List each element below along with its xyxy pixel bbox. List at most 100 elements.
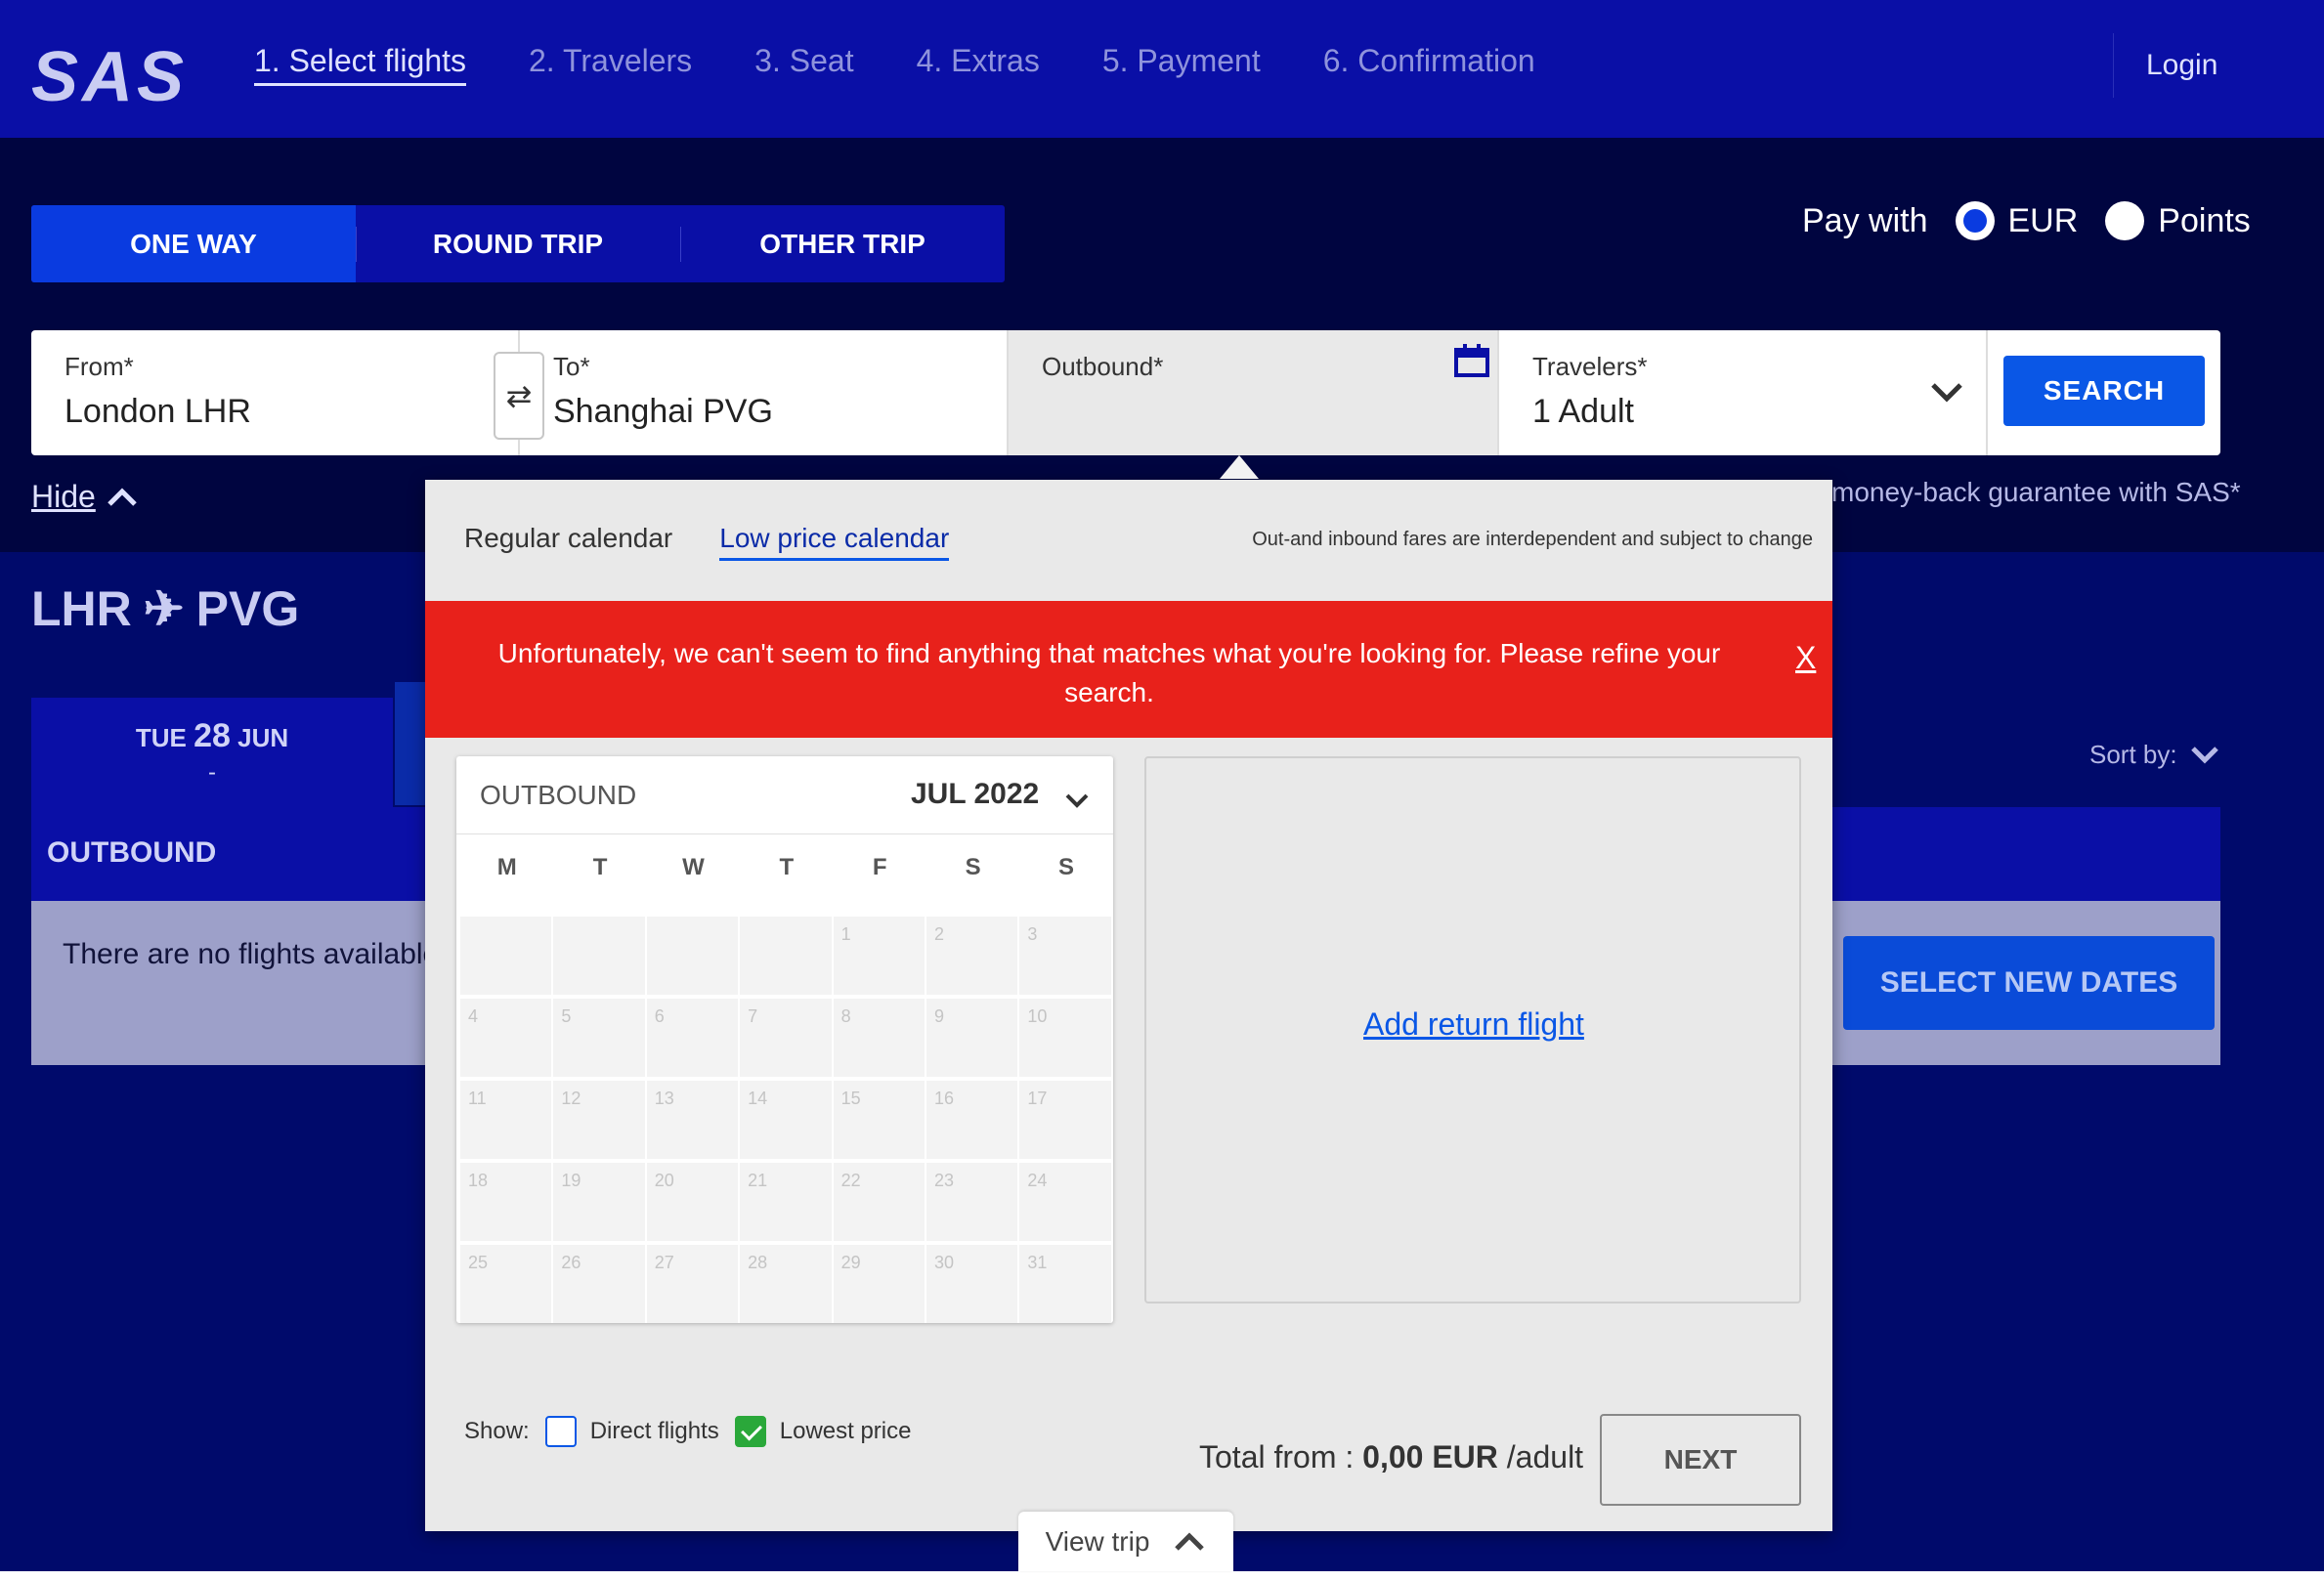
day-cell[interactable]: 18 bbox=[460, 1163, 552, 1241]
sas-logo[interactable]: SAS bbox=[31, 37, 188, 117]
day-cell[interactable]: 11 bbox=[460, 1081, 552, 1159]
tab-other-trip[interactable]: OTHER TRIP bbox=[680, 205, 1005, 282]
to-field[interactable]: To* Shanghai PVG bbox=[520, 330, 1009, 455]
day-cell[interactable]: 31 bbox=[1019, 1245, 1111, 1323]
day-cell[interactable]: 14 bbox=[740, 1081, 832, 1159]
day-number: 24 bbox=[1027, 1171, 1048, 1190]
day-cell[interactable]: 16 bbox=[925, 1081, 1018, 1159]
day-number: 21 bbox=[748, 1171, 768, 1190]
day-number: 10 bbox=[1027, 1006, 1048, 1026]
day-cell[interactable]: 5 bbox=[553, 999, 645, 1077]
day-cell[interactable]: 21 bbox=[740, 1163, 832, 1241]
chevron-down-icon[interactable] bbox=[1927, 373, 1966, 412]
day-cell[interactable]: 2 bbox=[925, 917, 1018, 995]
total-value: 0,00 EUR bbox=[1362, 1439, 1498, 1474]
date-day: 28 bbox=[194, 717, 231, 754]
hide-search-link[interactable]: Hide bbox=[31, 479, 139, 515]
tab-one-way[interactable]: ONE WAY bbox=[31, 205, 356, 282]
day-cell[interactable]: 23 bbox=[925, 1163, 1018, 1241]
date-month: JUN bbox=[237, 723, 289, 752]
view-trip-button[interactable]: View trip bbox=[1018, 1512, 1233, 1571]
next-button[interactable]: NEXT bbox=[1600, 1414, 1801, 1506]
calendar-icon[interactable] bbox=[1454, 344, 1489, 377]
day-cell[interactable]: 15 bbox=[833, 1081, 925, 1159]
booking-steps: 1. Select flights 2. Travelers 3. Seat 4… bbox=[254, 43, 1535, 86]
step-select-flights[interactable]: 1. Select flights bbox=[254, 43, 466, 86]
from-field[interactable]: From* London LHR bbox=[31, 330, 520, 455]
no-flights-message: There are no flights available f bbox=[63, 938, 455, 970]
day-cell[interactable]: 12 bbox=[553, 1081, 645, 1159]
weekday: T bbox=[592, 854, 608, 880]
lowest-price-label: Lowest price bbox=[779, 1418, 912, 1444]
login-link[interactable]: Login bbox=[2146, 49, 2217, 82]
day-cell[interactable]: 19 bbox=[553, 1163, 645, 1241]
day-cell[interactable]: 6 bbox=[646, 999, 739, 1077]
month-selector[interactable]: JUL 2022 bbox=[911, 778, 1039, 811]
direct-flights-checkbox[interactable] bbox=[544, 1416, 577, 1447]
step-payment[interactable]: 5. Payment bbox=[1102, 43, 1261, 86]
return-flight-panel: Add return flight bbox=[1144, 756, 1801, 1303]
day-cell[interactable]: 28 bbox=[740, 1245, 832, 1323]
travelers-field[interactable]: Travelers* 1 Adult bbox=[1499, 330, 1988, 455]
day-number: 20 bbox=[654, 1171, 674, 1190]
day-cell[interactable]: 4 bbox=[460, 999, 552, 1077]
day-cell[interactable]: 8 bbox=[833, 999, 925, 1077]
day-cell[interactable]: 3 bbox=[1019, 917, 1111, 995]
plane-icon: ✈ bbox=[143, 581, 185, 636]
day-number: 29 bbox=[840, 1253, 861, 1272]
swap-airports-button[interactable]: ⇄ bbox=[494, 352, 544, 440]
money-back-guarantee[interactable]: money-back guarantee with SAS* bbox=[1831, 477, 2241, 508]
outbound-date-field[interactable]: Outbound* bbox=[1009, 330, 1499, 455]
day-number: 30 bbox=[933, 1253, 954, 1272]
from-value[interactable]: London LHR bbox=[65, 393, 251, 431]
route-destination: PVG bbox=[195, 581, 300, 636]
tab-regular-calendar[interactable]: Regular calendar bbox=[464, 523, 672, 561]
step-seat[interactable]: 3. Seat bbox=[754, 43, 853, 86]
select-new-dates-button[interactable]: SELECT NEW DATES bbox=[1843, 936, 2215, 1030]
points-radio[interactable] bbox=[2105, 201, 2145, 240]
dropdown-caret bbox=[1220, 455, 1259, 479]
day-number: 8 bbox=[840, 1006, 851, 1026]
day-cell[interactable]: 1 bbox=[833, 917, 925, 995]
step-confirmation[interactable]: 6. Confirmation bbox=[1323, 43, 1535, 86]
pay-option-points[interactable]: Points bbox=[2105, 201, 2251, 240]
lowest-price-checkbox[interactable] bbox=[734, 1416, 766, 1447]
day-cell[interactable]: 20 bbox=[646, 1163, 739, 1241]
close-error-button[interactable]: X bbox=[1795, 640, 1816, 676]
day-cell[interactable]: 29 bbox=[833, 1245, 925, 1323]
weekday-header: M T W T F S S bbox=[460, 854, 1113, 881]
day-cell[interactable]: 7 bbox=[740, 999, 832, 1077]
day-number: 18 bbox=[468, 1171, 489, 1190]
add-return-flight-link[interactable]: Add return flight bbox=[1363, 1006, 1584, 1043]
chevron-down-icon[interactable] bbox=[1062, 786, 1092, 815]
day-cell[interactable]: 27 bbox=[646, 1245, 739, 1323]
date-card[interactable]: TUE 28 JUN - bbox=[31, 698, 393, 807]
tab-round-trip[interactable]: ROUND TRIP bbox=[356, 205, 680, 282]
weekday: F bbox=[872, 854, 887, 880]
tab-low-price-calendar[interactable]: Low price calendar bbox=[719, 523, 950, 561]
day-cell[interactable]: 25 bbox=[460, 1245, 552, 1323]
day-number: 12 bbox=[561, 1089, 581, 1108]
search-button[interactable]: SEARCH bbox=[2003, 356, 2205, 426]
day-cell[interactable]: 30 bbox=[925, 1245, 1018, 1323]
day-cell[interactable]: 26 bbox=[553, 1245, 645, 1323]
day-cell[interactable]: 17 bbox=[1019, 1081, 1111, 1159]
step-extras[interactable]: 4. Extras bbox=[917, 43, 1040, 86]
to-value[interactable]: Shanghai PVG bbox=[553, 393, 773, 431]
day-number: 9 bbox=[933, 1006, 944, 1026]
day-cell[interactable]: 9 bbox=[925, 999, 1018, 1077]
day-cell[interactable]: 22 bbox=[833, 1163, 925, 1241]
travelers-value[interactable]: 1 Adult bbox=[1532, 393, 1634, 431]
day-cell[interactable]: 24 bbox=[1019, 1163, 1111, 1241]
sort-by-control[interactable]: Sort by: bbox=[2089, 740, 2220, 770]
step-travelers[interactable]: 2. Travelers bbox=[529, 43, 692, 86]
pay-option-eur[interactable]: EUR bbox=[1955, 201, 2078, 240]
day-number: 26 bbox=[561, 1253, 581, 1272]
day-number: 5 bbox=[561, 1006, 572, 1026]
day-cell[interactable]: 10 bbox=[1019, 999, 1111, 1077]
weekday: W bbox=[682, 854, 705, 880]
day-cell[interactable]: 13 bbox=[646, 1081, 739, 1159]
day-number: 7 bbox=[748, 1006, 758, 1026]
eur-radio[interactable] bbox=[1955, 201, 1995, 240]
day-number: 2 bbox=[933, 924, 944, 944]
